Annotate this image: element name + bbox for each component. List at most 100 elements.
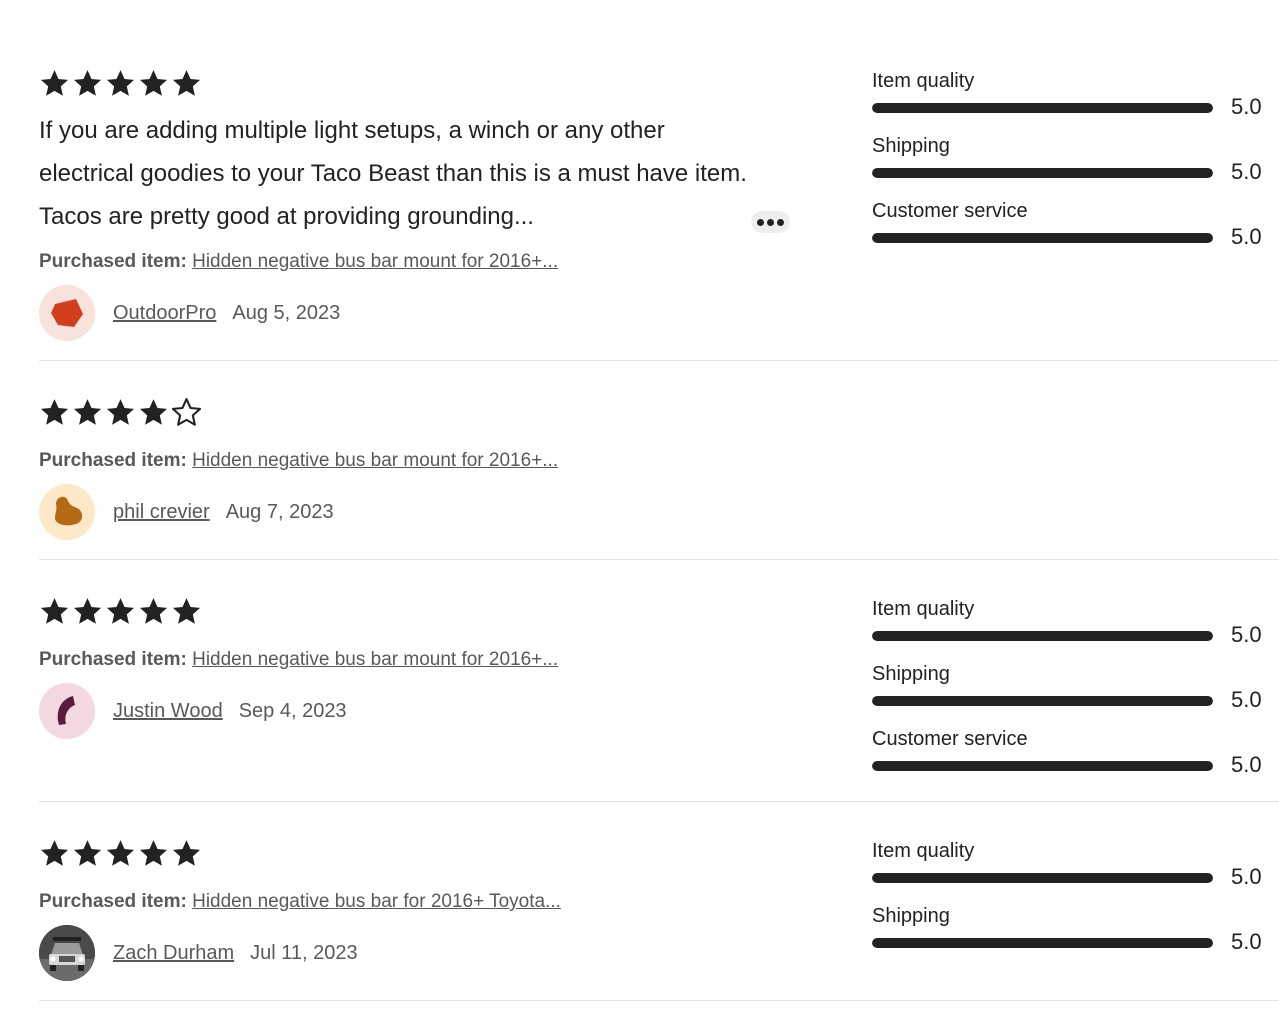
author-row: phil crevier Aug 7, 2023: [39, 484, 334, 540]
rating-label: Item quality: [872, 598, 975, 620]
rating-bar: [872, 873, 1213, 883]
rating-bar-fill: [872, 233, 1213, 243]
star-filled-icon: [40, 70, 69, 96]
purchased-item-link[interactable]: Hidden negative bus bar mount for 2016+.…: [192, 649, 558, 670]
author-row: OutdoorPro Aug 5, 2023: [39, 285, 340, 341]
rating-label: Shipping: [872, 905, 950, 927]
purchased-label: Purchased item:: [39, 251, 187, 272]
purchased-item: Purchased item: Hidden negative bus bar …: [39, 649, 558, 671]
rating-value: 5.0: [1231, 752, 1262, 777]
author-name[interactable]: Justin Wood: [113, 700, 223, 723]
star-filled-icon: [139, 399, 168, 425]
author-name[interactable]: phil crevier: [113, 501, 210, 524]
star-filled-icon: [40, 840, 69, 866]
star-filled-icon: [73, 840, 102, 866]
review-4: Purchased item: Hidden negative bus bar …: [39, 801, 1279, 1001]
rating-bar-fill: [872, 103, 1213, 113]
rating-value: 5.0: [1231, 622, 1262, 647]
purchased-item: Purchased item: Hidden negative bus bar …: [39, 450, 558, 472]
rating-label: Shipping: [872, 663, 950, 685]
review-2: Purchased item: Hidden negative bus bar …: [39, 360, 1279, 560]
star-filled-icon: [73, 598, 102, 624]
rating-label: Customer service: [872, 200, 1028, 222]
red-pentagon-avatar-icon[interactable]: [39, 285, 95, 341]
purchased-label: Purchased item:: [39, 891, 187, 912]
rating-label: Shipping: [872, 135, 950, 157]
rating-breakdown: Item quality 5.0 Shipping 5.0 Customer servi…: [872, 70, 1272, 265]
rating-item: Customer service 5.0: [872, 200, 1272, 265]
purchased-label: Purchased item:: [39, 649, 187, 670]
rating-value: 5.0: [1231, 94, 1262, 119]
star-rating: [39, 397, 202, 428]
rating-value: 5.0: [1231, 929, 1262, 954]
purple-crescent-avatar-icon[interactable]: [39, 683, 95, 739]
rating-item: Item quality 5.0: [872, 598, 1272, 663]
more-dot: [777, 218, 784, 226]
rating-bar-fill: [872, 631, 1213, 641]
rating-item: Customer service 5.0: [872, 728, 1272, 793]
rating-bar-fill: [872, 873, 1213, 883]
rating-item: Shipping 5.0: [872, 663, 1272, 728]
rating-bar: [872, 631, 1213, 641]
star-rating: [39, 596, 202, 627]
more-button[interactable]: [751, 211, 790, 233]
star-filled-icon: [106, 70, 135, 96]
star-filled-icon: [172, 598, 201, 624]
star-filled-icon: [73, 70, 102, 96]
rating-bar: [872, 938, 1213, 948]
rating-value: 5.0: [1231, 224, 1262, 249]
star-rating: [39, 68, 202, 99]
star-filled-icon: [106, 399, 135, 425]
star-filled-icon: [106, 598, 135, 624]
rating-value: 5.0: [1231, 687, 1262, 712]
purchased-item-link[interactable]: Hidden negative bus bar mount for 2016+.…: [192, 450, 558, 471]
rating-label: Item quality: [872, 840, 975, 862]
rating-item: Shipping 5.0: [872, 905, 1272, 970]
purchased-item-link[interactable]: Hidden negative bus bar mount for 2016+.…: [192, 251, 558, 272]
rating-value: 5.0: [1231, 159, 1262, 184]
star-rating: [39, 838, 202, 869]
rating-bar-fill: [872, 938, 1213, 948]
star-filled-icon: [139, 840, 168, 866]
rating-bar-fill: [872, 761, 1213, 771]
rating-item: Shipping 5.0: [872, 135, 1272, 200]
rating-bar: [872, 233, 1213, 243]
author-name[interactable]: OutdoorPro: [113, 302, 216, 325]
rating-breakdown: Item quality 5.0 Shipping 5.0: [872, 840, 1272, 970]
star-filled-icon: [106, 840, 135, 866]
star-empty-icon: [171, 398, 202, 426]
rating-value: 5.0: [1231, 864, 1262, 889]
purchased-item-link[interactable]: Hidden negative bus bar for 2016+ Toyota…: [192, 891, 561, 912]
star-filled-icon: [139, 598, 168, 624]
star-filled-icon: [172, 70, 201, 96]
purchased-label: Purchased item:: [39, 450, 187, 471]
rating-bar: [872, 761, 1213, 771]
rating-bar: [872, 696, 1213, 706]
more-dot: [767, 218, 774, 226]
rating-bar: [872, 168, 1213, 178]
rating-label: Customer service: [872, 728, 1028, 750]
rating-bar-fill: [872, 696, 1213, 706]
brown-blob-avatar-icon[interactable]: [39, 484, 95, 540]
rating-bar: [872, 103, 1213, 113]
star-filled-icon: [40, 399, 69, 425]
review-date: Jul 11, 2023: [250, 941, 358, 964]
more-dot: [757, 218, 764, 226]
rating-bar-fill: [872, 168, 1213, 178]
review-date: Aug 7, 2023: [225, 500, 334, 523]
rating-label: Item quality: [872, 70, 975, 92]
review-text: If you are adding multiple light setups,…: [39, 117, 747, 230]
star-filled-icon: [139, 70, 168, 96]
rating-item: Item quality 5.0: [872, 840, 1272, 905]
truck-photo-avatar-icon[interactable]: [39, 925, 95, 981]
review-3: Purchased item: Hidden negative bus bar …: [39, 559, 1279, 802]
author-name[interactable]: Zach Durham: [113, 942, 234, 965]
rating-item: Item quality 5.0: [872, 70, 1272, 135]
review-1: If you are adding multiple light setups,…: [39, 0, 1279, 361]
review-date: Aug 5, 2023: [232, 301, 341, 324]
purchased-item: Purchased item: Hidden negative bus bar …: [39, 251, 558, 273]
rating-breakdown: Item quality 5.0 Shipping 5.0 Customer servi…: [872, 598, 1272, 793]
star-filled-icon: [172, 840, 201, 866]
author-row: Justin Wood Sep 4, 2023: [39, 683, 347, 739]
star-filled-icon: [73, 399, 102, 425]
